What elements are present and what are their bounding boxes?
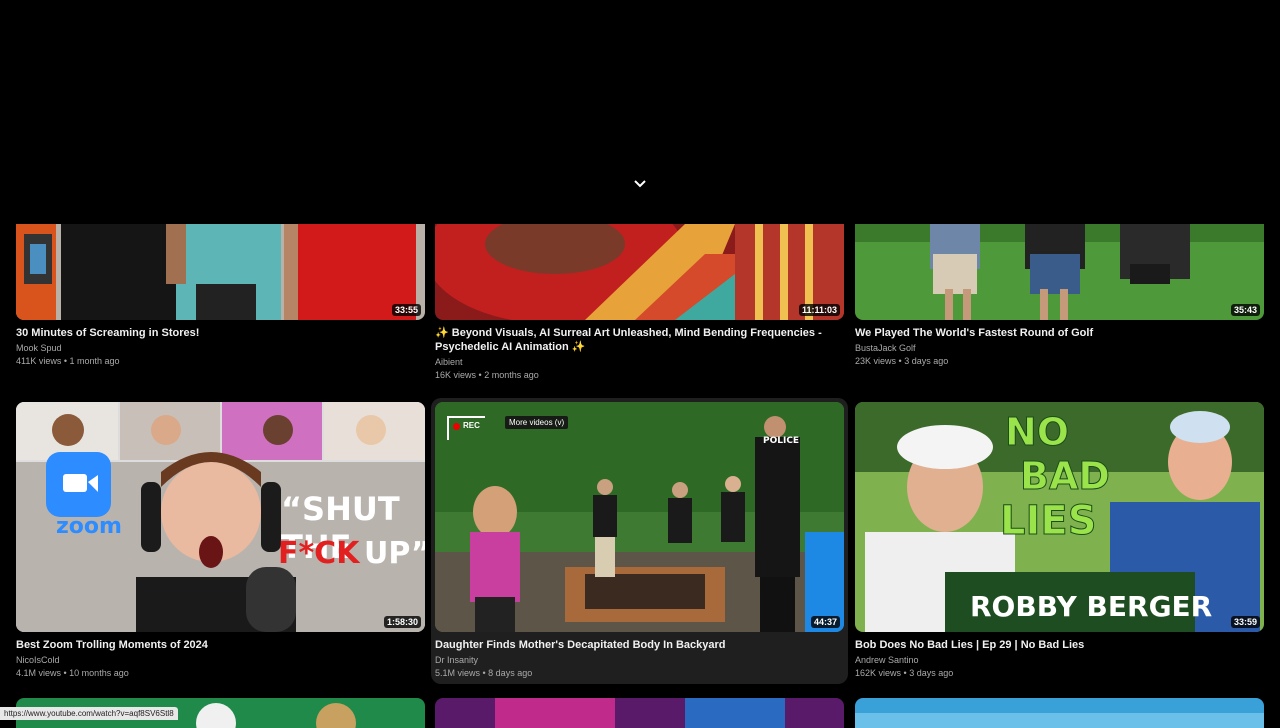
- link-status-bar: https://www.youtube.com/watch?v=aqf8SV6S…: [0, 707, 178, 720]
- video-duration: 1:58:30: [383, 616, 421, 628]
- channel-name[interactable]: Dr Insanity: [435, 654, 844, 667]
- upload-age: 2 months ago: [484, 370, 539, 380]
- view-count: 4.1M views: [16, 668, 62, 678]
- more-videos-tooltip: More videos (v): [505, 416, 569, 429]
- video-card-hovered[interactable]: REC POLICE More videos (v) 44:37 Daughte…: [431, 398, 848, 684]
- video-duration: 11:11:03: [798, 304, 840, 316]
- video-thumbnail[interactable]: [435, 698, 844, 728]
- view-count: 16K views: [435, 370, 477, 380]
- video-stats: 5.1M views • 8 days ago: [435, 668, 533, 678]
- channel-name[interactable]: NicoIsCold: [16, 654, 425, 667]
- thumbnail-caption: ROBBY BERGER: [970, 590, 1213, 623]
- rec-dot-icon: [453, 423, 460, 430]
- collapse-chevron[interactable]: [633, 177, 647, 191]
- video-title[interactable]: 30 Minutes of Screaming in Stores!: [16, 326, 425, 340]
- video-thumbnail[interactable]: zoom “SHUT THE F*CK UP” 1:58:30: [16, 402, 425, 632]
- thumbnail-caption: LIES: [1000, 498, 1098, 545]
- thumbnail-caption: NO: [1004, 410, 1070, 455]
- video-title[interactable]: We Played The World's Fastest Round of G…: [855, 326, 1264, 340]
- video-card[interactable]: 33:55 30 Minutes of Screaming in Stores!…: [16, 224, 425, 368]
- video-title[interactable]: Bob Does No Bad Lies | Ep 29 | No Bad Li…: [855, 638, 1264, 652]
- upload-age: 1 month ago: [69, 356, 120, 366]
- thumbnail-image: [435, 698, 844, 728]
- video-card[interactable]: [855, 698, 1264, 728]
- video-title[interactable]: ✨ Beyond Visuals, AI Surreal Art Unleash…: [435, 326, 844, 354]
- view-count: 23K views: [855, 356, 897, 366]
- channel-name[interactable]: Andrew Santino: [855, 654, 1264, 667]
- view-count: 162K views: [855, 668, 902, 678]
- video-card[interactable]: zoom “SHUT THE F*CK UP” 1:58:30 Best Zoo…: [16, 402, 425, 680]
- video-duration: 33:59: [1230, 616, 1260, 628]
- video-thumbnail[interactable]: [855, 698, 1264, 728]
- upload-age: 3 days ago: [909, 668, 954, 678]
- video-card[interactable]: [435, 698, 844, 728]
- video-duration: 33:55: [391, 304, 421, 316]
- video-card[interactable]: 11:11:03 ✨ Beyond Visuals, AI Surreal Ar…: [435, 224, 844, 382]
- channel-name[interactable]: Mook Spud: [16, 342, 425, 355]
- chevron-down-icon: [634, 180, 646, 188]
- video-stats: 411K views • 1 month ago: [16, 356, 120, 366]
- channel-name[interactable]: Aibient: [435, 356, 844, 369]
- zoom-logo-text: zoom: [56, 514, 122, 539]
- video-card[interactable]: NO BAD LIES ROBBY BERGER 33:59 Bob Does …: [855, 402, 1264, 680]
- upload-age: 10 months ago: [69, 668, 129, 678]
- channel-name[interactable]: BustaJack Golf: [855, 342, 1264, 355]
- video-duration: 44:37: [810, 616, 840, 628]
- video-stats: 23K views • 3 days ago: [855, 356, 949, 366]
- rec-label: REC: [463, 421, 480, 430]
- thumbnail-image: [16, 224, 425, 320]
- video-title[interactable]: Best Zoom Trolling Moments of 2024: [16, 638, 425, 652]
- rec-frame: REC: [447, 416, 485, 440]
- video-thumbnail[interactable]: 33:55: [16, 224, 425, 320]
- video-duration: 35:43: [1230, 304, 1260, 316]
- view-count: 5.1M views: [435, 668, 481, 678]
- thumbnail-image: [435, 224, 844, 320]
- video-title[interactable]: Daughter Finds Mother's Decapitated Body…: [435, 638, 844, 652]
- video-stats: 162K views • 3 days ago: [855, 668, 954, 678]
- video-thumbnail[interactable]: 35:43: [855, 224, 1264, 320]
- video-thumbnail[interactable]: NO BAD LIES ROBBY BERGER 33:59: [855, 402, 1264, 632]
- thumbnail-caption: UP”: [364, 536, 425, 571]
- video-thumbnail[interactable]: 11:11:03: [435, 224, 844, 320]
- video-stats: 16K views • 2 months ago: [435, 370, 539, 380]
- upload-age: 8 days ago: [488, 668, 533, 678]
- thumbnail-caption: F*CK: [278, 536, 360, 571]
- thumbnail-image: [855, 224, 1264, 320]
- video-card[interactable]: 35:43 We Played The World's Fastest Roun…: [855, 224, 1264, 368]
- thumbnail-image: [855, 698, 1264, 728]
- police-label: POLICE: [763, 436, 800, 446]
- view-count: 411K views: [16, 356, 62, 366]
- video-stats: 4.1M views • 10 months ago: [16, 668, 129, 678]
- thumbnail-caption: BAD: [1020, 454, 1111, 499]
- upload-age: 3 days ago: [904, 356, 949, 366]
- video-thumbnail[interactable]: REC POLICE More videos (v) 44:37: [435, 402, 844, 632]
